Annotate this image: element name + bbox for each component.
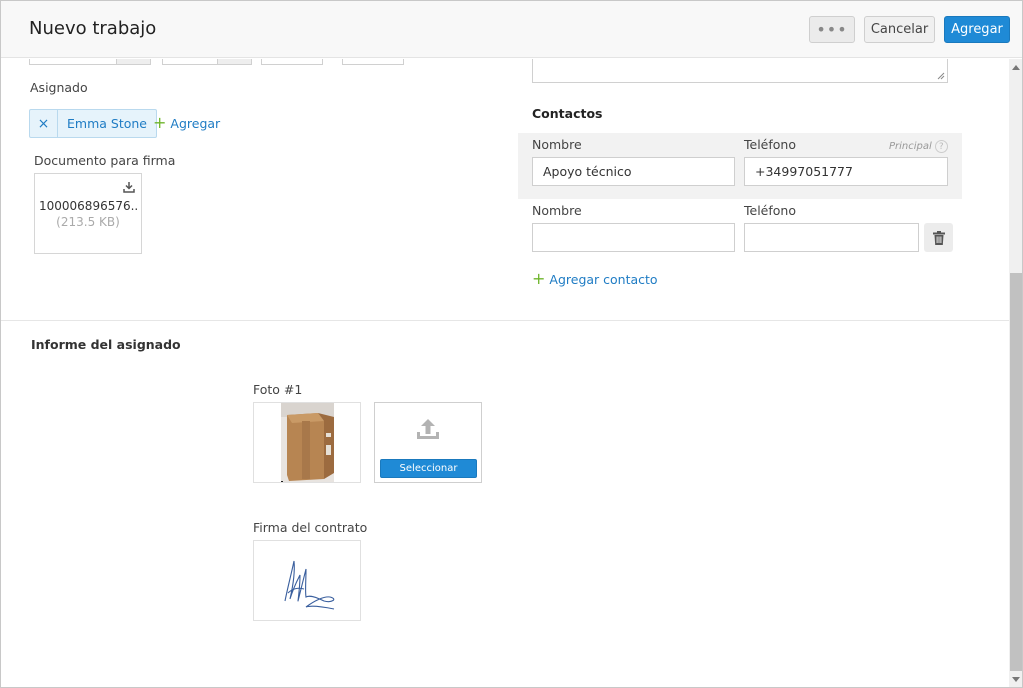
- principal-indicator: Principal ?: [889, 140, 948, 153]
- contact-name-input[interactable]: [532, 223, 735, 252]
- document-label: Documento para firma: [34, 153, 176, 168]
- remove-assignee-button[interactable]: ×: [30, 110, 58, 137]
- document-card[interactable]: 100006896576.... (213.5 KB): [34, 173, 142, 254]
- contact-name-label: Nombre: [532, 203, 582, 218]
- photo-label: Foto #1: [253, 382, 303, 397]
- select-file-button[interactable]: Seleccionar: [380, 459, 477, 478]
- principal-label: Principal: [889, 141, 932, 152]
- contacts-title: Contactos: [532, 106, 603, 121]
- vertical-scrollbar[interactable]: [1009, 59, 1022, 687]
- delete-contact-button[interactable]: [924, 223, 953, 252]
- assignee-name: Emma Stone: [67, 116, 147, 131]
- box-photo-image: [254, 403, 360, 482]
- contact-phone-input[interactable]: [744, 223, 919, 252]
- date-input[interactable]: [29, 59, 117, 65]
- cancel-button[interactable]: Cancelar: [864, 16, 935, 43]
- contact-name-label: Nombre: [532, 137, 582, 152]
- contact-name-input[interactable]: Apoyo técnico: [532, 157, 735, 186]
- date-addon[interactable]: [116, 59, 151, 65]
- plus-icon: +: [532, 269, 546, 288]
- trash-icon: [932, 230, 945, 245]
- add-button[interactable]: Agregar: [944, 16, 1010, 43]
- resize-grip-icon[interactable]: [937, 72, 945, 80]
- assignee-label: Asignado: [30, 80, 88, 95]
- signature-label: Firma del contrato: [253, 520, 368, 535]
- time-addon[interactable]: [217, 59, 252, 65]
- upload-icon: [417, 419, 439, 439]
- duration-select[interactable]: [261, 59, 323, 65]
- contact-phone-input[interactable]: +34997051777: [744, 157, 948, 186]
- priority-select[interactable]: [342, 59, 404, 65]
- add-contact-label: Agregar contacto: [549, 271, 658, 287]
- time-input[interactable]: [162, 59, 218, 65]
- add-assignee-link[interactable]: + Agregar: [153, 115, 220, 131]
- dialog-header: Nuevo trabajo ••• Cancelar Agregar: [1, 1, 1022, 58]
- notes-textarea[interactable]: [532, 59, 948, 83]
- download-icon[interactable]: [123, 181, 135, 193]
- document-file-name: 100006896576....: [39, 199, 139, 213]
- photo-upload-box[interactable]: Seleccionar: [374, 402, 482, 483]
- assignee-chip: × Emma Stone: [29, 109, 157, 138]
- plus-icon: +: [153, 113, 167, 132]
- signature-thumbnail[interactable]: [253, 540, 361, 621]
- scroll-down-icon[interactable]: [1012, 677, 1020, 682]
- new-job-dialog: Nuevo trabajo ••• Cancelar Agregar Asign…: [0, 0, 1023, 688]
- help-icon[interactable]: ?: [934, 140, 948, 153]
- signature-image: [284, 560, 335, 610]
- scroll-up-icon[interactable]: [1012, 65, 1020, 70]
- dialog-body: Asignado × Emma Stone + Agregar Document…: [1, 59, 1009, 687]
- add-contact-link[interactable]: + Agregar contacto: [532, 271, 658, 287]
- photo-thumbnail[interactable]: [253, 402, 361, 483]
- add-assignee-label: Agregar: [170, 115, 221, 131]
- document-file-size: (213.5 KB): [56, 215, 120, 229]
- scrollbar-thumb[interactable]: [1010, 273, 1022, 671]
- section-divider: [1, 320, 1009, 321]
- dialog-title: Nuevo trabajo: [29, 18, 157, 39]
- more-options-button[interactable]: •••: [809, 16, 855, 43]
- contact-phone-label: Teléfono: [744, 137, 796, 152]
- report-title: Informe del asignado: [31, 337, 181, 352]
- contact-phone-label: Teléfono: [744, 203, 796, 218]
